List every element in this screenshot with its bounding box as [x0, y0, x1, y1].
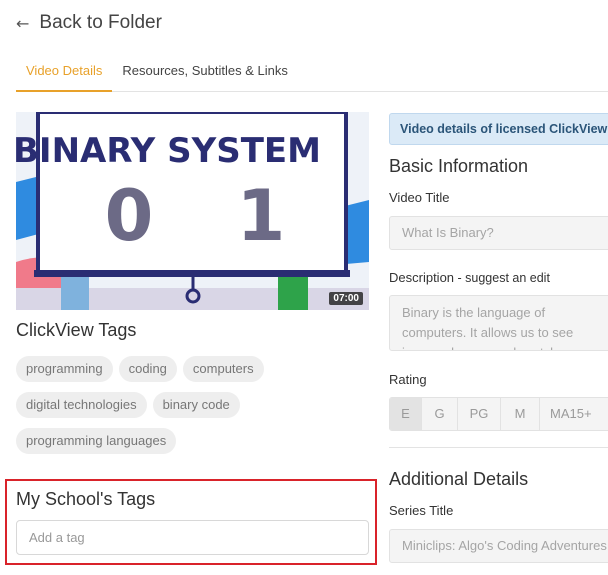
tag-chip[interactable]: binary code: [152, 392, 240, 418]
rating-option-g[interactable]: G: [422, 398, 458, 430]
licensed-info-banner: Video details of licensed ClickView: [389, 113, 608, 145]
thumbnail-title-text: BINARY SYSTEM: [16, 131, 321, 171]
basic-information-heading: Basic Information: [389, 156, 529, 176]
tag-chip[interactable]: computers: [182, 356, 264, 382]
thumbnail-digit-one: 1: [237, 175, 286, 257]
video-thumbnail[interactable]: BINARY SYSTEM 0 1 07:00: [16, 112, 369, 310]
clickview-tags-title: ClickView Tags: [16, 320, 137, 340]
tag-chip[interactable]: coding: [118, 356, 177, 382]
series-title-field[interactable]: Miniclips: Algo's Coding Adventures: [389, 529, 608, 563]
tab-resources-subtitles-links[interactable]: Resources, Subtitles & Links: [112, 55, 297, 92]
thumbnail-digit-zero: 0: [105, 175, 154, 257]
section-divider: [389, 447, 608, 448]
rating-option-ma15[interactable]: MA15+: [540, 398, 608, 430]
clickview-tag-list: programming coding computers digital tec…: [16, 356, 376, 464]
suggest-edit-link[interactable]: - suggest an edit: [454, 271, 550, 285]
series-title-label: Series Title: [389, 503, 454, 518]
rating-option-e[interactable]: E: [390, 398, 422, 430]
rating-selector: E G PG M MA15+: [389, 397, 608, 431]
school-tags-title: My School's Tags: [16, 489, 156, 509]
description-label: Description - suggest an edit: [389, 270, 550, 285]
rating-option-m[interactable]: M: [501, 398, 540, 430]
rating-label: Rating: [389, 372, 427, 387]
tab-bar: Video Details Resources, Subtitles & Lin…: [16, 55, 608, 92]
video-title-label: Video Title: [389, 190, 450, 205]
tag-chip[interactable]: programming languages: [16, 428, 177, 454]
rating-option-pg[interactable]: PG: [458, 398, 501, 430]
duration-badge: 07:00: [329, 292, 363, 305]
back-to-folder-link[interactable]: ← Back to Folder: [16, 12, 162, 34]
tab-video-details[interactable]: Video Details: [16, 55, 113, 92]
video-title-field[interactable]: What Is Binary?: [389, 216, 608, 250]
additional-details-heading: Additional Details: [389, 469, 529, 489]
arrow-left-icon: ←: [16, 13, 30, 33]
tag-chip[interactable]: programming: [16, 356, 113, 382]
description-field[interactable]: Binary is the language of computers. It …: [389, 295, 608, 351]
back-to-folder-label: Back to Folder: [39, 12, 162, 33]
thumbnail-illustration: BINARY SYSTEM 0 1: [16, 112, 369, 310]
tag-chip[interactable]: digital technologies: [16, 392, 147, 418]
description-label-text: Description: [389, 270, 455, 285]
add-tag-input[interactable]: [16, 520, 369, 555]
